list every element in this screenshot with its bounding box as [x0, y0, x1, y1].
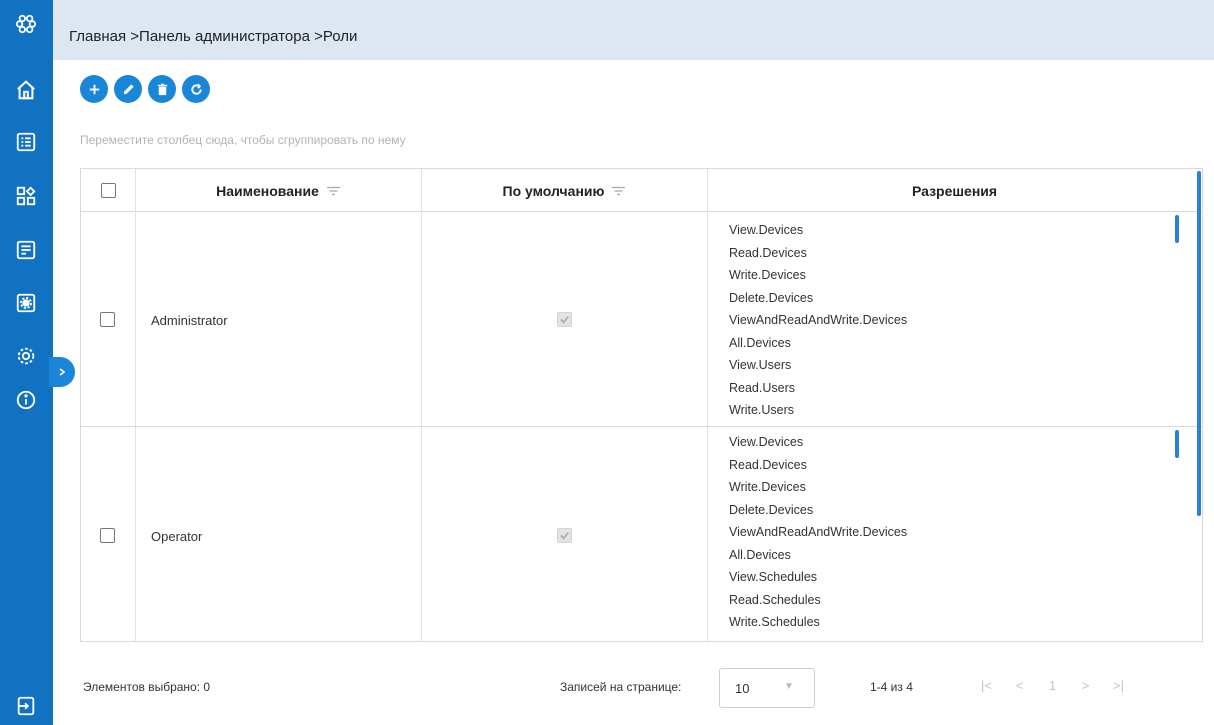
- cell-scrollbar[interactable]: [1175, 430, 1179, 458]
- selected-count: Элементов выбрано: 0: [83, 680, 211, 694]
- pencil-icon: [123, 83, 134, 94]
- grid-header: Наименование По умолчанию Разрешения: [81, 169, 1202, 212]
- grid-footer: Элементов выбрано: 0 Записей на странице…: [80, 660, 1203, 710]
- sidebar: [0, 0, 53, 725]
- gear-square-icon[interactable]: [10, 287, 42, 319]
- header-bar: Главная >Панель администратора >Роли: [53, 0, 1214, 60]
- first-page-icon[interactable]: |<: [970, 678, 1003, 693]
- permission-item: ViewAndReadAndWrite.Devices: [729, 313, 908, 327]
- breadcrumb-separator: >: [126, 28, 140, 45]
- permission-item: All.Devices: [729, 547, 791, 562]
- filter-icon[interactable]: [612, 186, 626, 196]
- permission-item: Read.Devices: [729, 245, 807, 260]
- prev-page-icon[interactable]: <: [1003, 678, 1036, 693]
- breadcrumb: Главная >Панель администратора >Роли: [69, 28, 357, 45]
- checkmark-icon: [560, 316, 569, 324]
- permission-item: Write.Schedules: [729, 615, 820, 629]
- next-page-icon[interactable]: >: [1069, 678, 1102, 693]
- group-panel-hint[interactable]: Переместите столбец сюда, чтобы сгруппир…: [80, 133, 406, 147]
- permissions-list[interactable]: View.Devices Read.Devices Write.Devices …: [729, 219, 1149, 426]
- sidebar-expand-button[interactable]: [49, 357, 75, 387]
- permission-item: Read.Schedules: [729, 592, 821, 607]
- last-page-icon[interactable]: >|: [1102, 678, 1135, 693]
- plus-icon: [89, 84, 99, 94]
- select-all-checkbox[interactable]: [100, 183, 116, 198]
- permission-item: Delete.Devices: [729, 502, 814, 517]
- list-icon[interactable]: [10, 126, 42, 158]
- permission-item: Write.Devices: [729, 480, 806, 494]
- permission-item: View.Devices: [729, 435, 804, 449]
- default-checkbox: [557, 312, 572, 327]
- breadcrumb-home[interactable]: Главная: [69, 28, 126, 45]
- permissions-list[interactable]: View.Devices Read.Devices Write.Devices …: [729, 431, 1149, 641]
- info-icon[interactable]: [10, 384, 42, 416]
- grid-scrollbar[interactable]: [1197, 171, 1201, 516]
- column-header-permissions-label: Разрешения: [911, 182, 998, 199]
- breadcrumb-current: Роли: [322, 28, 358, 45]
- home-icon[interactable]: [10, 74, 42, 106]
- logo-icon[interactable]: [10, 8, 42, 40]
- edit-button[interactable]: [114, 75, 142, 103]
- trash-icon: [157, 83, 167, 95]
- permission-item: View.Schedules: [729, 570, 818, 584]
- permission-item: Read.Users: [729, 380, 795, 395]
- permission-item: Read.Devices: [729, 457, 807, 472]
- permission-item: Write.Users: [729, 403, 795, 417]
- column-header-default-label: По умолчанию: [502, 182, 605, 199]
- table-row[interactable]: Administrator View.Devices Read.Devices …: [81, 213, 1202, 427]
- column-header-name-label: Наименование: [216, 182, 319, 199]
- permission-item: View.Devices: [729, 223, 804, 237]
- page-size-select[interactable]: 10 ▼: [719, 668, 815, 708]
- permission-item: Write.Devices: [729, 268, 806, 282]
- add-button[interactable]: [80, 75, 108, 103]
- refresh-icon: [190, 83, 202, 95]
- permission-item: Delete.Devices: [729, 290, 814, 305]
- column-header-default[interactable]: По умолчанию: [421, 169, 707, 212]
- filter-icon[interactable]: [326, 186, 340, 196]
- cell-scrollbar[interactable]: [1175, 215, 1179, 243]
- roles-grid: Наименование По умолчанию Разрешения Adm…: [80, 168, 1203, 642]
- chevron-right-icon: [59, 368, 66, 376]
- refresh-button[interactable]: [182, 75, 210, 103]
- settings-icon[interactable]: [10, 340, 42, 372]
- checkmark-icon: [560, 532, 569, 540]
- breadcrumb-admin-panel[interactable]: Панель администратора: [139, 28, 310, 45]
- row-checkbox[interactable]: [100, 528, 115, 543]
- breadcrumb-separator: >: [309, 28, 323, 45]
- exit-icon[interactable]: [10, 690, 42, 722]
- permission-item: All.Devices: [729, 335, 791, 350]
- select-all-cell: [81, 169, 135, 212]
- page-size-value: 10: [735, 681, 750, 696]
- column-header-name[interactable]: Наименование: [135, 169, 421, 212]
- table-row[interactable]: Operator View.Devices Read.Devices Write…: [81, 428, 1202, 641]
- chevron-down-icon: ▼: [784, 681, 794, 692]
- permission-item: View.Users: [729, 358, 792, 372]
- delete-button[interactable]: [148, 75, 176, 103]
- role-name: Administrator: [151, 313, 228, 328]
- toolbar: [80, 75, 210, 103]
- role-name: Operator: [151, 529, 203, 544]
- row-checkbox[interactable]: [100, 312, 115, 327]
- dashboard-icon[interactable]: [10, 180, 42, 212]
- column-header-permissions[interactable]: Разрешения: [707, 169, 1202, 212]
- form-icon[interactable]: [10, 234, 42, 266]
- default-checkbox: [557, 528, 572, 543]
- page-range: 1-4 из 4: [870, 680, 913, 694]
- page-number[interactable]: 1: [1036, 678, 1069, 693]
- pager: |< < 1 > >|: [970, 678, 1135, 693]
- permission-item: ViewAndReadAndWrite.Devices: [729, 525, 908, 539]
- page-size-label: Записей на странице:: [560, 680, 682, 694]
